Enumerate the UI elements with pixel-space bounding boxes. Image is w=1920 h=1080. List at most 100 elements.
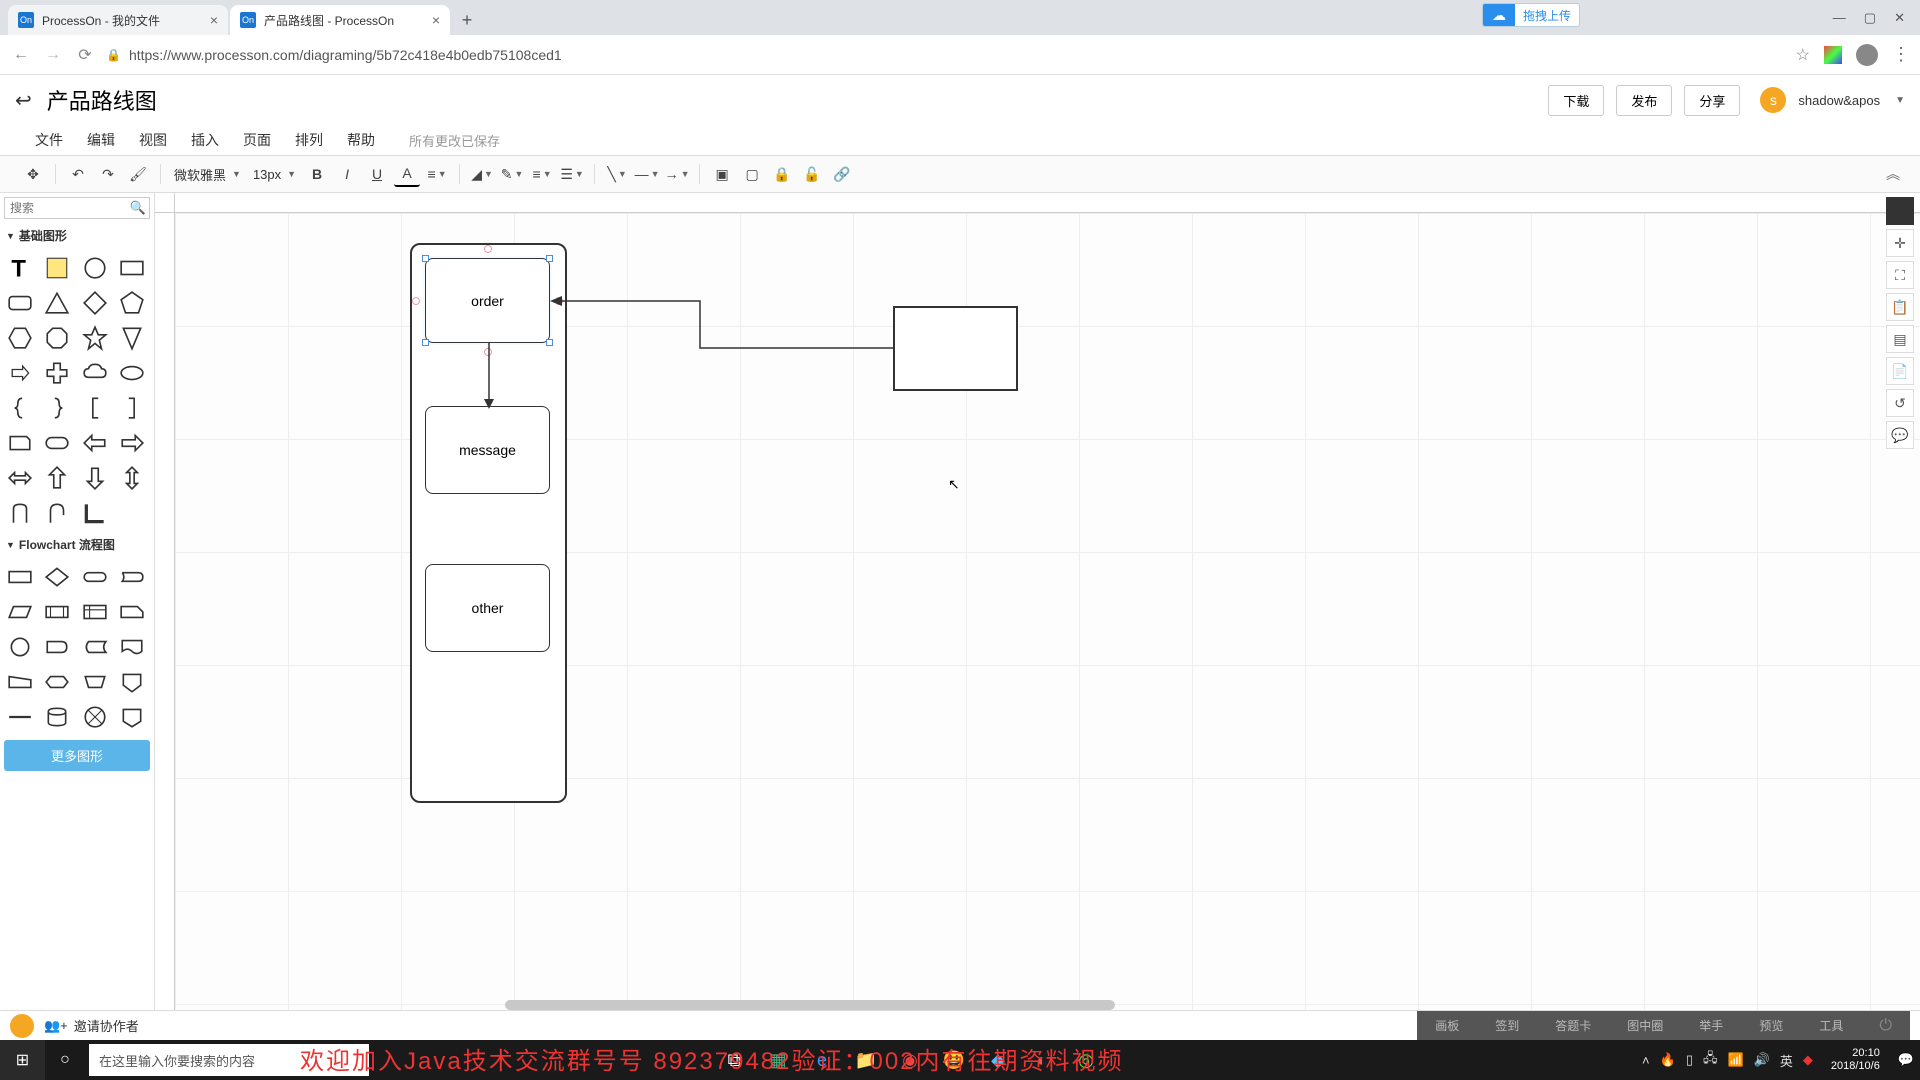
shape-bracket-l[interactable] — [78, 391, 111, 424]
shape-doc[interactable] — [116, 630, 149, 663]
menu-file[interactable]: 文件 — [35, 130, 63, 150]
battery-icon[interactable]: ▯ — [1686, 1052, 1693, 1068]
chevron-down-icon[interactable]: ▼ — [1895, 95, 1905, 106]
notifications-icon[interactable]: 💬 — [1898, 1052, 1914, 1068]
search-icon[interactable]: 🔍 — [130, 200, 146, 216]
shape-triangle[interactable] — [41, 286, 74, 319]
shape-arrow-bi[interactable] — [3, 461, 36, 494]
cortana-icon[interactable]: ○ — [45, 1040, 85, 1080]
fill-color-button[interactable]: ◢▼ — [469, 161, 495, 187]
shape-star[interactable] — [78, 321, 111, 354]
shape-shield[interactable] — [116, 321, 149, 354]
shape-diamond[interactable] — [78, 286, 111, 319]
shape-process[interactable] — [3, 560, 36, 593]
invite-collaborators[interactable]: 👥+ 邀请协作者 — [44, 1016, 139, 1035]
font-size-select[interactable]: 13px▼ — [249, 165, 300, 184]
connector[interactable] — [550, 293, 895, 353]
footer-tab[interactable]: 画板 — [1417, 1011, 1477, 1041]
menu-page[interactable]: 页面 — [243, 130, 271, 150]
bring-front-button[interactable]: ▣ — [709, 161, 735, 187]
border-color-button[interactable]: ✎▼ — [499, 161, 525, 187]
menu-insert[interactable]: 插入 — [191, 130, 219, 150]
shape-circle[interactable] — [78, 251, 111, 284]
canvas[interactable]: order message other — [175, 213, 1920, 1010]
network-icon[interactable]: 🖧 — [1703, 1049, 1718, 1071]
shape-arrow-left[interactable] — [78, 426, 111, 459]
undo-button[interactable]: ↶ — [65, 161, 91, 187]
profile-icon[interactable] — [1856, 44, 1878, 66]
target-icon[interactable]: ✛ — [1886, 229, 1914, 257]
shape-pentagon[interactable] — [116, 286, 149, 319]
shape-hexagon[interactable] — [3, 321, 36, 354]
menu-help[interactable]: 帮助 — [347, 130, 375, 150]
shape-bracket-r[interactable] — [116, 391, 149, 424]
shape-arrow-updown[interactable] — [116, 461, 149, 494]
extension-icon[interactable] — [1824, 46, 1842, 64]
italic-button[interactable]: I — [334, 161, 360, 187]
back-arrow-button[interactable]: ↩ — [15, 88, 32, 113]
close-icon[interactable]: × — [210, 12, 218, 28]
redo-button[interactable]: ↷ — [95, 161, 121, 187]
browser-tab[interactable]: On ProcessOn - 我的文件 × — [8, 5, 228, 35]
menu-view[interactable]: 视图 — [139, 130, 167, 150]
forward-button[interactable]: → — [42, 46, 64, 64]
shape-arrow-right[interactable] — [116, 426, 149, 459]
node-other[interactable]: other — [425, 564, 550, 652]
shape-u-turn-l[interactable] — [3, 496, 36, 529]
node-empty[interactable] — [893, 306, 1018, 391]
node-message[interactable]: message — [425, 406, 550, 494]
line-width-button[interactable]: ☰▼ — [559, 161, 585, 187]
shape-rect[interactable] — [116, 251, 149, 284]
close-icon[interactable]: × — [432, 12, 440, 28]
shape-u-turn-r[interactable] — [41, 496, 74, 529]
minimize-button[interactable]: — — [1833, 10, 1846, 25]
footer-tab[interactable]: 工具 — [1801, 1011, 1861, 1041]
page-icon[interactable]: 📄 — [1886, 357, 1914, 385]
username-label[interactable]: shadow&apos — [1798, 93, 1880, 108]
resize-handle[interactable] — [546, 255, 553, 262]
url-input[interactable]: 🔒 https://www.processon.com/diagraming/5… — [106, 47, 1786, 63]
shape-terminator[interactable] — [78, 560, 111, 593]
group-basic-shapes[interactable]: ▼基础图形 — [0, 223, 154, 248]
shape-card[interactable] — [3, 426, 36, 459]
shape-arrow-up[interactable] — [41, 461, 74, 494]
search-input[interactable] — [4, 197, 150, 219]
collapse-toolbar-icon[interactable]: ︽ — [1886, 164, 1900, 184]
start-button[interactable]: ⊞ — [0, 1040, 45, 1080]
shape-predef[interactable] — [41, 595, 74, 628]
back-button[interactable]: ← — [10, 46, 32, 64]
clipboard-icon[interactable]: 📋 — [1886, 293, 1914, 321]
shape-corner[interactable] — [78, 496, 111, 529]
nav-minimap-icon[interactable] — [1886, 197, 1914, 225]
power-icon[interactable]: ⏻ — [1861, 1011, 1910, 1041]
footer-tab[interactable]: 答题卡 — [1537, 1011, 1609, 1041]
shape-cloud[interactable] — [78, 356, 111, 389]
download-button[interactable]: 下载 — [1548, 85, 1604, 116]
send-back-button[interactable]: ▢ — [739, 161, 765, 187]
connection-point[interactable] — [412, 297, 420, 305]
line-style-button[interactable]: ≡▼ — [529, 161, 555, 187]
node-order[interactable]: order — [425, 258, 550, 343]
connection-point[interactable] — [484, 245, 492, 253]
underline-button[interactable]: U — [364, 161, 390, 187]
shape[interactable] — [116, 496, 149, 529]
bold-button[interactable]: B — [304, 161, 330, 187]
shape-manual[interactable] — [3, 665, 36, 698]
footer-tab[interactable]: 预览 — [1741, 1011, 1801, 1041]
shape-arrow-down[interactable] — [78, 461, 111, 494]
line-type-button[interactable]: —▼ — [634, 161, 660, 187]
maximize-button[interactable]: ▢ — [1864, 10, 1876, 26]
shape-data[interactable] — [3, 595, 36, 628]
group-flowchart[interactable]: ▼Flowchart 流程图 — [0, 532, 154, 557]
bookmark-icon[interactable]: ☆ — [1796, 45, 1810, 65]
shape-merge[interactable] — [3, 700, 36, 733]
document-title[interactable]: 产品路线图 — [47, 84, 157, 116]
shape-brace-r[interactable] — [41, 391, 74, 424]
tray-icon[interactable]: 🔥 — [1660, 1052, 1676, 1068]
new-tab-button[interactable]: + — [452, 5, 482, 35]
shape-ellipse[interactable] — [116, 356, 149, 389]
font-color-button[interactable]: A — [394, 161, 420, 187]
scrollbar-horizontal[interactable] — [505, 1000, 1115, 1010]
shape-connector[interactable] — [3, 630, 36, 663]
shape-decision[interactable] — [41, 560, 74, 593]
